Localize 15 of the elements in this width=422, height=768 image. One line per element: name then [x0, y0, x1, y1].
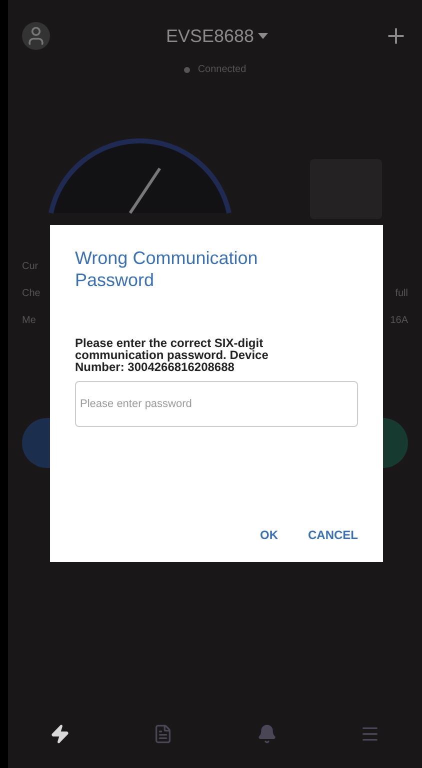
info-label: Me: [22, 314, 36, 328]
info-value: 16A: [390, 314, 408, 328]
lightning-icon[interactable]: [50, 724, 70, 744]
dialog-message: Please enter the correct SIX-digit communication password. Device Number: 3004266816208688: [75, 337, 270, 373]
info-label: Cur: [22, 260, 38, 274]
password-field[interactable]: Please enter password: [75, 381, 358, 427]
device-selector[interactable]: EVSE8688: [166, 22, 268, 50]
connection-status: Connected: [198, 63, 246, 77]
avatar-icon[interactable]: [22, 22, 50, 50]
caret-icon[interactable]: [258, 33, 268, 39]
dialog-title: Wrong Communication Password: [75, 247, 259, 291]
info-value: full: [395, 287, 408, 301]
dialog-button[interactable]: OK: [260, 526, 278, 544]
dialog-button[interactable]: CANCEL: [308, 526, 358, 544]
info-label: Che: [22, 287, 40, 301]
